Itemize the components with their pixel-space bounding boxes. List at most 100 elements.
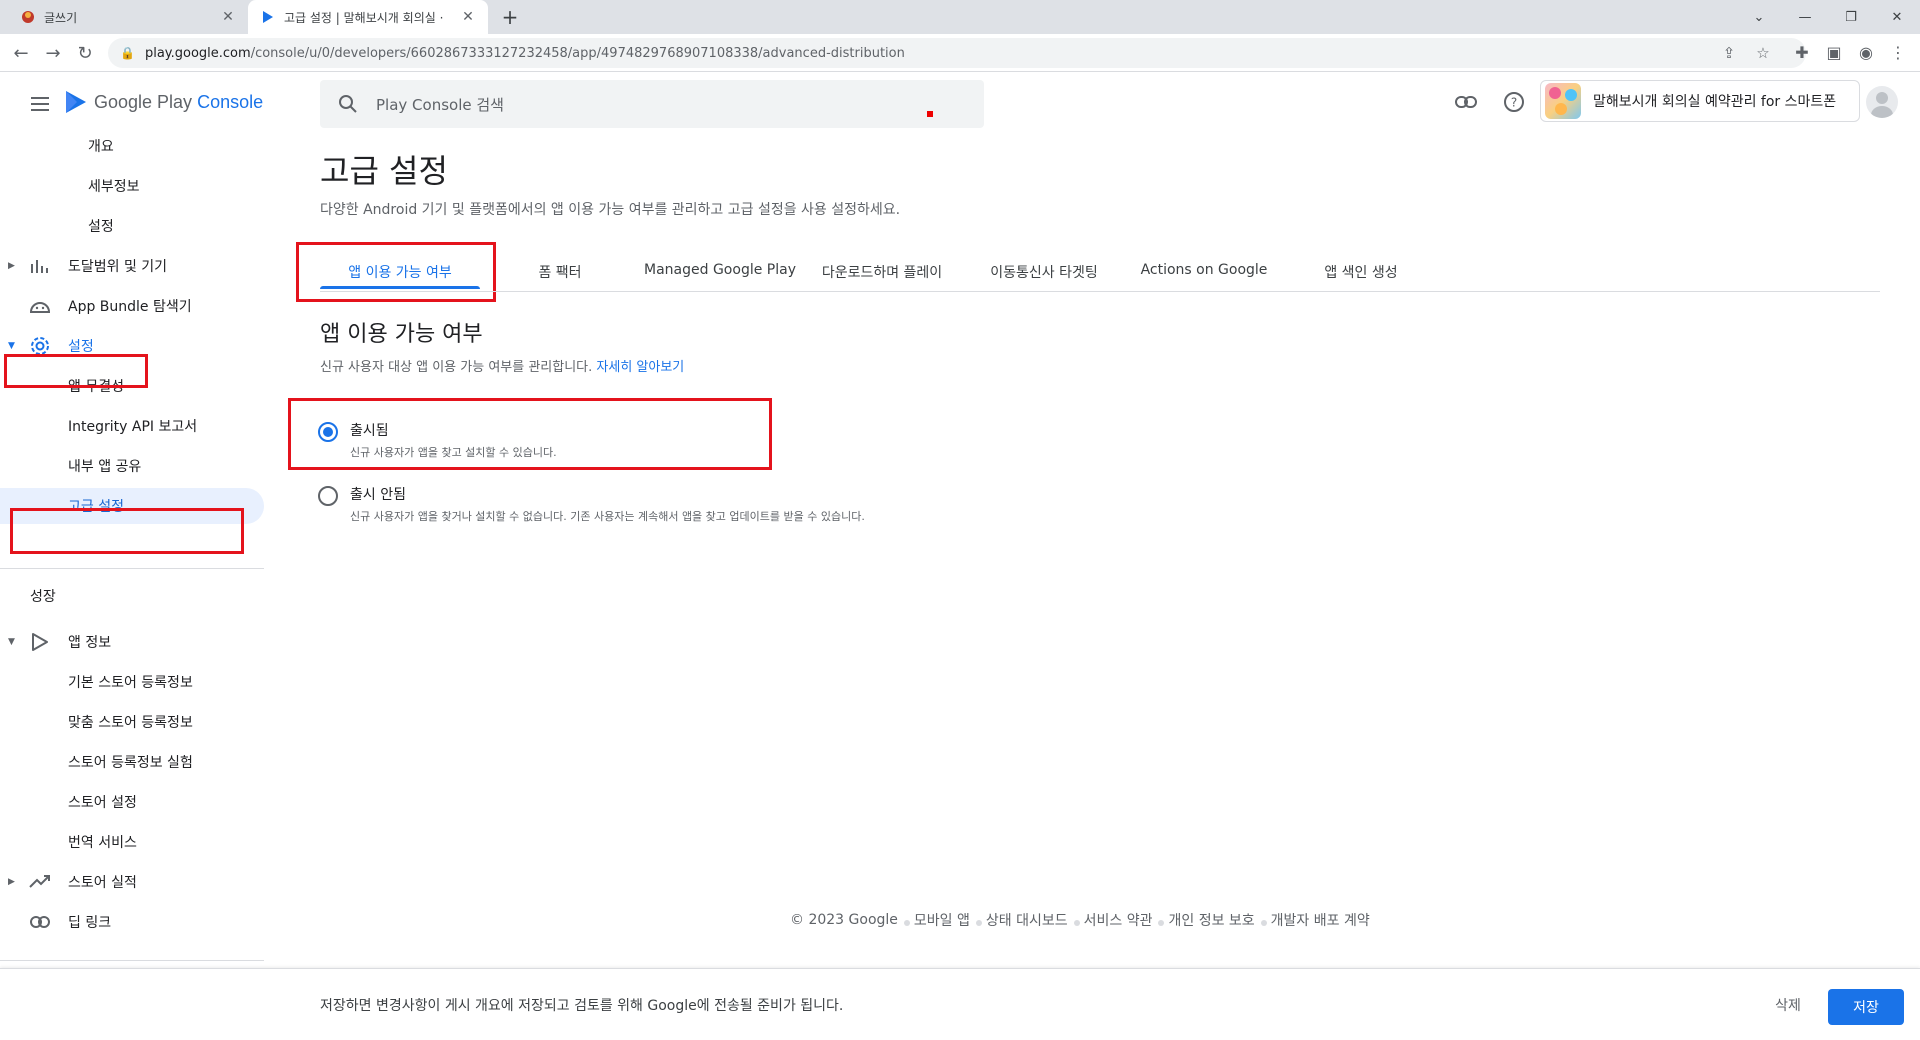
blog-favicon-icon xyxy=(20,9,36,25)
app-name: 말해보시개 회의실 예약관리 for 스마트폰 xyxy=(1593,94,1837,110)
close-tab-icon[interactable]: ✕ xyxy=(460,9,476,25)
highlight-box-settings xyxy=(4,354,148,388)
active-tab-indicator xyxy=(320,286,480,289)
sidebar-item-details[interactable]: 세부정보 xyxy=(0,168,264,204)
link-icon xyxy=(28,910,52,934)
radio-unpublished[interactable] xyxy=(318,486,338,506)
sidebar-divider xyxy=(0,568,264,569)
close-window-icon[interactable]: ✕ xyxy=(1874,0,1920,34)
bookmark-star-icon[interactable]: ☆ xyxy=(1752,42,1774,64)
sidebar-item-config[interactable]: 설정 xyxy=(0,208,264,244)
address-bar[interactable]: 🔒 play.google.com/console/u/0/developers… xyxy=(108,38,1806,68)
restore-icon[interactable]: ❐ xyxy=(1828,0,1874,34)
section-description: 신규 사용자 대상 앱 이용 가능 여부를 관리합니다. 자세히 알아보기 xyxy=(320,360,685,375)
hamburger-menu-icon[interactable] xyxy=(28,93,52,117)
play-logo-icon xyxy=(66,91,86,113)
logo-text: Google Play Console xyxy=(94,91,264,112)
footer-link-dda[interactable]: 개발자 배포 계약 xyxy=(1271,910,1370,930)
lock-icon: 🔒 xyxy=(120,46,135,60)
sidebar-item-translation-service[interactable]: 번역 서비스 xyxy=(0,824,264,860)
new-tab-button[interactable]: + xyxy=(498,5,522,29)
account-avatar[interactable] xyxy=(1866,86,1898,118)
footer-link-terms[interactable]: 서비스 약관 xyxy=(1084,910,1153,930)
tab-app-availability[interactable]: 앱 이용 가능 여부 xyxy=(320,262,480,282)
sidebar-item-main-store-listing[interactable]: 기본 스토어 등록정보 xyxy=(0,664,264,700)
radio-published[interactable] xyxy=(318,422,338,442)
option-unpublished[interactable]: 출시 안됨 신규 사용자가 앱을 찾거나 설치할 수 없습니다. 기존 사용자는… xyxy=(318,484,865,524)
tab-form-factors[interactable]: 폼 팩터 xyxy=(520,262,600,282)
reload-icon[interactable]: ↻ xyxy=(72,40,98,66)
android-icon xyxy=(28,294,52,318)
copyright: © 2023 Google xyxy=(790,912,898,928)
option-description: 신규 사용자가 앱을 찾고 설치할 수 있습니다. xyxy=(350,446,557,459)
expand-arrow-icon: ▶ xyxy=(8,877,15,887)
sidebar-item-internal-app-sharing[interactable]: 내부 앱 공유 xyxy=(0,448,264,484)
url-path: /console/u/0/developers/6602867333127232… xyxy=(250,45,905,61)
link-icon[interactable] xyxy=(1452,88,1480,116)
section-title: 앱 이용 가능 여부 xyxy=(320,322,483,347)
option-description: 신규 사용자가 앱을 찾거나 설치할 수 없습니다. 기존 사용자는 계속해서 … xyxy=(350,510,865,523)
tab-actions-on-google[interactable]: Actions on Google xyxy=(1134,262,1274,278)
sidebar-item-store-performance[interactable]: ▶ 스토어 실적 xyxy=(0,864,264,900)
sidebar-item-integrity-api-report[interactable]: Integrity API 보고서 xyxy=(0,408,264,444)
side-panel-icon[interactable]: ▣ xyxy=(1822,40,1846,64)
page-title: 고급 설정 xyxy=(320,152,448,190)
search-input[interactable]: Play Console 검색 xyxy=(320,80,984,128)
app-thumbnail xyxy=(1545,83,1581,119)
save-button[interactable]: 저장 xyxy=(1828,989,1904,1025)
sidebar-item-overview[interactable]: 개요 xyxy=(0,128,264,164)
highlight-box-advanced-settings xyxy=(10,508,244,554)
url-host: play.google.com xyxy=(144,45,251,61)
back-icon[interactable]: ← xyxy=(8,40,34,66)
sidebar-item-app-info[interactable]: ▼ 앱 정보 xyxy=(0,624,264,660)
extensions-icon[interactable]: ✚ xyxy=(1790,40,1814,64)
option-published[interactable]: 출시됨 신규 사용자가 앱을 찾고 설치할 수 있습니다. xyxy=(318,420,557,460)
minimize-icon[interactable]: — xyxy=(1782,0,1828,34)
footer-link-status-dashboard[interactable]: 상태 대시보드 xyxy=(986,910,1068,930)
more-menu-icon[interactable]: ⋮ xyxy=(1886,40,1910,64)
save-bar-message: 저장하면 변경사항이 게시 개요에 저장되고 검토를 위해 Google에 전송… xyxy=(320,998,844,1014)
close-tab-icon[interactable]: ✕ xyxy=(220,9,236,25)
browser-tab-inactive[interactable]: 글쓰기 ✕ xyxy=(8,0,248,34)
browser-tab-active[interactable]: 고급 설정 | 말해보시개 회의실 · ✕ xyxy=(248,0,488,34)
sidebar-item-store-listing-experiments[interactable]: 스토어 등록정보 실험 xyxy=(0,744,264,780)
sidebar-divider xyxy=(0,960,264,961)
expand-arrow-icon: ▶ xyxy=(8,261,15,271)
svg-text:?: ? xyxy=(1511,96,1517,110)
tab-play-as-you-download[interactable]: 다운로드하며 플레이 xyxy=(812,262,952,282)
sidebar-item-custom-store-listing[interactable]: 맞춤 스토어 등록정보 xyxy=(0,704,264,740)
collapse-arrow-icon: ▼ xyxy=(8,637,15,647)
search-icon xyxy=(320,94,376,114)
help-icon[interactable]: ? xyxy=(1500,88,1528,116)
trending-up-icon xyxy=(28,870,52,894)
tab-title: 글쓰기 xyxy=(44,10,78,25)
save-bar: 저장하면 변경사항이 게시 개요에 저장되고 검토를 위해 Google에 전송… xyxy=(0,968,1920,1040)
sidebar-item-bundle-explorer[interactable]: App Bundle 탐색기 xyxy=(0,288,264,324)
tab-app-indexing[interactable]: 앱 색인 생성 xyxy=(1306,262,1416,282)
sidebar-item-deep-links[interactable]: 딥 링크 xyxy=(0,904,264,940)
footer-link-mobile-app[interactable]: 모바일 앱 xyxy=(914,910,970,930)
delete-button[interactable]: 삭제 xyxy=(1760,989,1816,1021)
option-title: 출시됨 xyxy=(350,423,389,439)
app-selector[interactable]: 말해보시개 회의실 예약관리 for 스마트폰 xyxy=(1540,80,1860,122)
forward-icon[interactable]: → xyxy=(40,40,66,66)
learn-more-link[interactable]: 자세히 알아보기 xyxy=(596,360,684,375)
play-console-logo[interactable]: Google Play Console xyxy=(64,89,263,115)
bar-chart-icon xyxy=(28,254,52,278)
browser-toolbar: ← → ↻ 🔒 play.google.com/console/u/0/deve… xyxy=(0,34,1920,72)
red-marker xyxy=(927,111,933,117)
sidebar-section-grow: 성장 xyxy=(30,589,56,605)
sidebar-item-store-settings[interactable]: 스토어 설정 xyxy=(0,784,264,820)
page-description: 다양한 Android 기기 및 플랫폼에서의 앱 이용 가능 여부를 관리하고… xyxy=(320,202,901,218)
tabs-divider xyxy=(320,291,1880,292)
profile-icon[interactable]: ◉ xyxy=(1854,40,1878,64)
tab-search-icon[interactable]: ⌄ xyxy=(1736,0,1782,34)
tab-carrier-targeting[interactable]: 이동통신사 타겟팅 xyxy=(974,262,1114,282)
tab-managed-google-play[interactable]: Managed Google Play xyxy=(640,262,800,278)
tab-title: 고급 설정 | 말해보시개 회의실 · xyxy=(284,10,444,25)
footer-links: © 2023 Google 모바일 앱 상태 대시보드 서비스 약관 개인 정보… xyxy=(790,910,1370,930)
footer-link-privacy[interactable]: 개인 정보 보호 xyxy=(1168,910,1254,930)
share-icon[interactable]: ⇪ xyxy=(1718,42,1740,64)
collapse-arrow-icon: ▼ xyxy=(8,341,15,351)
sidebar-item-reach-devices[interactable]: ▶ 도달범위 및 기기 xyxy=(0,248,264,284)
